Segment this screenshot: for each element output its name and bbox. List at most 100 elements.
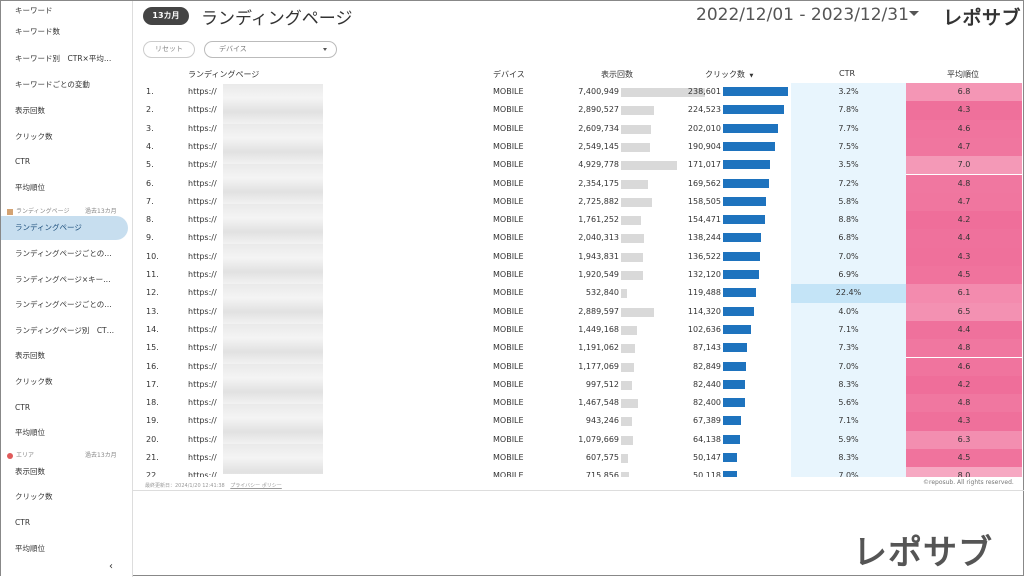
reset-button[interactable]: リセット	[143, 41, 195, 58]
clicks-bar	[723, 123, 778, 133]
sidebar-item[interactable]: キーワード数	[1, 20, 132, 44]
sidebar-item[interactable]: クリック数	[1, 485, 132, 509]
landing-page-url[interactable]: https://	[188, 105, 217, 114]
landing-page-url[interactable]: https://	[188, 362, 217, 371]
landing-page-url[interactable]: https://	[188, 215, 217, 224]
impressions-bar	[621, 325, 637, 335]
avg-rank-cell: 4.6	[906, 119, 1022, 138]
device-value: MOBILE	[493, 141, 524, 151]
sidebar-item[interactable]: CTR	[1, 396, 132, 420]
clicks-bar	[723, 324, 751, 334]
landing-page-url[interactable]: https://	[188, 307, 217, 316]
avg-rank-cell: 4.5	[906, 449, 1022, 468]
sidebar-item[interactable]: 表示回数	[1, 344, 132, 368]
avg-rank-value: 7.0	[957, 160, 971, 170]
clicks-bar	[723, 361, 746, 371]
landing-page-url[interactable]: https://	[188, 380, 217, 389]
chevron-down-icon	[323, 48, 327, 51]
landing-page-url[interactable]: https://	[188, 197, 217, 206]
landing-page-url[interactable]: https://	[188, 416, 217, 425]
col-header-landing-page[interactable]: ランディングページ	[188, 69, 259, 80]
clicks-value: 190,904	[687, 141, 721, 151]
landing-page-url[interactable]: https://	[188, 398, 217, 407]
ctr-value: 3.5%	[838, 160, 859, 170]
ctr-cell: 3.2%	[791, 83, 906, 101]
avg-rank-cell: 7.0	[906, 156, 1022, 175]
clicks-value: 102,636	[687, 324, 721, 334]
ctr-value: 8.3%	[838, 379, 859, 389]
landing-page-url[interactable]: https://	[188, 233, 217, 242]
ctr-cell: 8.3%	[791, 449, 906, 467]
row-number: 11.	[146, 270, 159, 279]
clicks-value: 87,143	[693, 343, 721, 353]
chevron-down-icon[interactable]	[909, 11, 919, 16]
landing-page-url[interactable]: https://	[188, 453, 217, 462]
watermark-logo: レポサブ	[853, 533, 993, 573]
sidebar-item[interactable]: ランディングページごとの…	[1, 293, 132, 317]
device-value: MOBILE	[493, 324, 524, 334]
col-header-device[interactable]: デバイス	[493, 69, 525, 80]
sidebar-item[interactable]: CTR	[1, 150, 132, 174]
landing-page-url[interactable]: https://	[188, 471, 217, 477]
ctr-value: 7.5%	[838, 141, 859, 151]
clicks-value: 154,471	[687, 215, 721, 225]
sidebar-item[interactable]: 平均順位	[1, 176, 132, 200]
col-header-clicks[interactable]: クリック数 ▼	[705, 69, 753, 80]
impressions-value: 2,354,175	[578, 178, 619, 188]
clicks-value: 202,010	[687, 123, 721, 133]
col-header-ctr[interactable]: CTR	[839, 69, 855, 78]
landing-page-url[interactable]: https://	[188, 252, 217, 261]
device-value: MOBILE	[493, 288, 524, 298]
landing-page-url[interactable]: https://	[188, 160, 217, 169]
ctr-value: 7.8%	[838, 105, 859, 115]
date-range-picker[interactable]: 2022/12/01 - 2023/12/31	[696, 5, 909, 25]
avg-rank-value: 4.4	[957, 233, 971, 243]
landing-page-url[interactable]: https://	[188, 343, 217, 352]
landing-page-url[interactable]: https://	[188, 288, 217, 297]
sidebar-item-landing-active[interactable]: ランディングページ	[1, 216, 128, 240]
landing-page-url[interactable]: https://	[188, 179, 217, 188]
device-value: MOBILE	[493, 471, 524, 477]
brand-logo: レポサブ	[943, 7, 1022, 29]
sidebar-item[interactable]: 平均順位	[1, 537, 132, 561]
sidebar-item[interactable]: ランディングページごとの…	[1, 242, 132, 266]
clicks-value: 50,118	[693, 471, 721, 477]
device-value: MOBILE	[493, 105, 524, 115]
col-header-impressions[interactable]: 表示回数	[601, 69, 633, 80]
sidebar-item[interactable]: 表示回数	[1, 99, 132, 123]
sidebar-item[interactable]: 平均順位	[1, 421, 132, 445]
col-header-avg-rank[interactable]: 平均順位	[947, 69, 979, 80]
sidebar-item[interactable]: クリック数	[1, 125, 132, 149]
sidebar-item[interactable]: 表示回数	[1, 460, 132, 484]
landing-page-url[interactable]: https://	[188, 270, 217, 279]
avg-rank-cell: 4.7	[906, 137, 1022, 157]
avg-rank-value: 4.8	[957, 178, 971, 188]
sidebar-item[interactable]: キーワード別 CTR×平均…	[1, 47, 132, 71]
privacy-policy-link[interactable]: プライバシー ポリシー	[230, 483, 282, 489]
landing-page-url[interactable]: https://	[188, 435, 217, 444]
sidebar-item[interactable]: ランディングページ×キー…	[1, 268, 132, 292]
device-filter-select[interactable]: デバイス	[204, 41, 337, 58]
sidebar-item[interactable]: クリック数	[1, 370, 132, 394]
impressions-value: 997,512	[585, 379, 619, 389]
clicks-bar	[723, 343, 747, 353]
landing-page-url[interactable]: https://	[188, 142, 217, 151]
landing-page-url[interactable]: https://	[188, 87, 217, 96]
avg-rank-value: 4.4	[957, 324, 971, 334]
impressions-bar	[621, 142, 650, 152]
clicks-value: 136,522	[687, 251, 721, 261]
collapse-sidebar-icon[interactable]: ‹	[109, 561, 113, 572]
clicks-bar	[723, 105, 784, 115]
sidebar-section-landing: ランディングページ 過去13カ月	[7, 206, 127, 215]
impressions-bar	[621, 380, 632, 390]
sidebar-item[interactable]: CTR	[1, 511, 132, 535]
landing-page-url[interactable]: https://	[188, 124, 217, 133]
sidebar-item[interactable]: ランディングページ別 CT…	[1, 319, 132, 343]
device-value: MOBILE	[493, 215, 524, 225]
footer-divider	[133, 490, 1024, 491]
sidebar-item[interactable]: キーワードごとの変動	[1, 73, 132, 97]
landing-page-url[interactable]: https://	[188, 325, 217, 334]
impressions-bar	[621, 106, 654, 116]
clicks-bar	[723, 251, 760, 261]
row-number: 14.	[146, 324, 159, 334]
